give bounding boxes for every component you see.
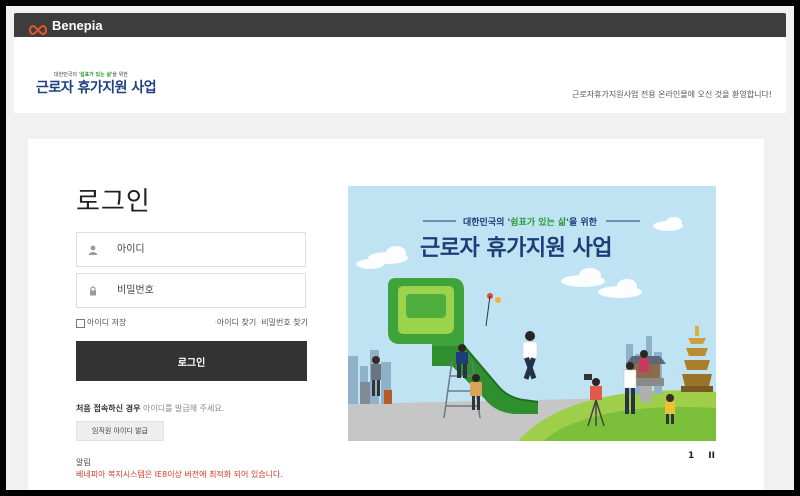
find-id-link[interactable]: 아이디 찾기	[217, 318, 256, 327]
issue-employee-id-button[interactable]: 임직원 아이디 발급	[76, 421, 164, 441]
user-icon	[87, 244, 99, 256]
find-links: ·아이디 찾기 ·비밀번호 찾기	[214, 318, 308, 327]
page-title: 로그인	[76, 187, 151, 217]
banner-tagline-highlight: 쉼표가 있는 삶	[510, 218, 567, 228]
password-input[interactable]	[115, 284, 299, 297]
banner-page-indicator[interactable]: 1	[688, 451, 694, 461]
site-name[interactable]: Benepia	[52, 18, 103, 33]
first-visit-guide: 처음 접속하신 경우 아이디를 발급해 주세요.	[76, 403, 224, 414]
id-field[interactable]	[76, 232, 306, 267]
benepia-logo-icon[interactable]	[28, 20, 48, 36]
id-input[interactable]	[115, 243, 299, 256]
promo-banner[interactable]: 대한민국의 '쉼표가 있는 삶'을 위한 근로자 휴가지원 사업	[348, 186, 716, 441]
banner-pager: 1 II	[688, 451, 715, 461]
notice-label: 알림	[76, 458, 91, 467]
first-visit-text: 아이디를 발급해 주세요.	[140, 404, 225, 413]
password-field[interactable]	[76, 273, 306, 308]
lock-icon	[87, 285, 99, 297]
remember-id-label[interactable]: 아이디 저장	[87, 317, 126, 328]
brand-title-logo[interactable]: 근로자 휴가지원 사업	[36, 77, 157, 97]
page-header: 대한민국의 '쉼표가 있는 삶'을 위한 근로자 휴가지원 사업 근로자휴가지원…	[14, 37, 786, 113]
welcome-message: 근로자휴가지원사업 전용 온라인몰에 오신 것을 환영합니다!	[572, 90, 772, 99]
notice-text: 베네피아 복지시스템은 IE8이상 버전에 최적화 되어 있습니다.	[76, 470, 283, 479]
remember-id-checkbox[interactable]	[76, 319, 85, 328]
first-visit-bold: 처음 접속하신 경우	[76, 404, 141, 413]
find-password-link[interactable]: 비밀번호 찾기	[261, 318, 308, 327]
banner-pause-button[interactable]: II	[708, 451, 715, 461]
login-options: 아이디 저장 ·아이디 찾기 ·비밀번호 찾기	[76, 316, 308, 330]
login-panel: 로그인 아이디 저장 ·아이디 찾기 ·비밀번호 찾기 로그인 처음 접속하신 …	[28, 139, 764, 490]
login-button[interactable]: 로그인	[76, 341, 307, 381]
banner-title: 근로자 휴가지원 사업	[420, 236, 612, 261]
banner-tagline: 대한민국의 '쉼표가 있는 삶'을 위한	[463, 218, 597, 228]
top-bar: Benepia	[14, 13, 786, 37]
browser-frame: Benepia 대한민국의 '쉼표가 있는 삶'을 위한 근로자 휴가지원 사업…	[6, 6, 794, 490]
